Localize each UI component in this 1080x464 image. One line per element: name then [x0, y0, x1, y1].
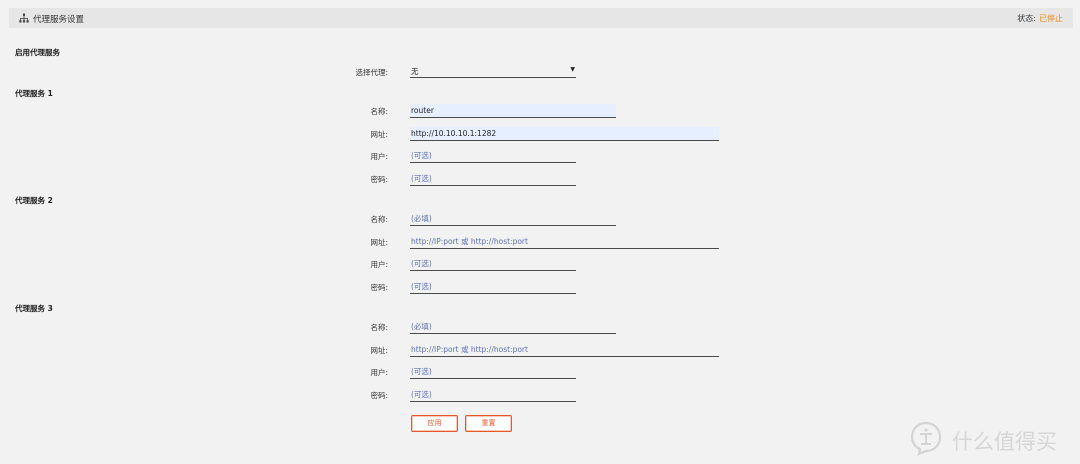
- status-value: 已停止: [1039, 14, 1063, 23]
- proxy2-url-input[interactable]: [410, 235, 719, 249]
- proxy3-pass-input[interactable]: [410, 388, 576, 402]
- proxy2-pass-input[interactable]: [410, 280, 576, 294]
- proxy2-name-label: 名称:: [370, 215, 388, 224]
- select-proxy-label: 选择代理:: [355, 68, 388, 77]
- section-title-enable: 启用代理服务: [15, 48, 60, 57]
- network-icon: [19, 13, 29, 23]
- proxy3-user-label: 用户:: [370, 368, 388, 377]
- section-title-proxy-3: 代理服务 3: [15, 304, 53, 313]
- watermark: 什么值得买: [908, 420, 1068, 456]
- proxy3-name-label: 名称:: [370, 323, 388, 332]
- proxy1-name-label: 名称:: [370, 107, 388, 116]
- service-status: 状态: 已停止: [1017, 13, 1063, 24]
- proxy1-pass-label: 密码:: [370, 175, 388, 184]
- proxy2-name-input[interactable]: [410, 212, 616, 226]
- proxy3-user-input[interactable]: [410, 365, 576, 379]
- status-label: 状态:: [1017, 14, 1036, 23]
- select-proxy-dropdown[interactable]: 无 ▼: [410, 64, 576, 78]
- proxy2-pass-label: 密码:: [370, 283, 388, 292]
- proxy1-url-label: 网址:: [370, 130, 388, 139]
- smzdm-logo-icon: [910, 421, 942, 456]
- section-title-proxy-1: 代理服务 1: [15, 89, 53, 98]
- proxy1-pass-input[interactable]: [410, 172, 576, 186]
- proxy3-url-input[interactable]: [410, 343, 719, 357]
- proxy1-url-input[interactable]: [410, 127, 719, 141]
- select-proxy-value: 无: [411, 67, 419, 76]
- proxy1-user-input[interactable]: [410, 149, 576, 163]
- caret-down-icon: ▼: [570, 66, 575, 73]
- apply-button[interactable]: 应用: [411, 415, 458, 432]
- reset-button[interactable]: 重置: [465, 415, 512, 432]
- proxy3-name-input[interactable]: [410, 320, 616, 334]
- proxy2-user-label: 用户:: [370, 260, 388, 269]
- panel-header: 代理服务设置 状态: 已停止: [9, 8, 1073, 28]
- proxy2-url-label: 网址:: [370, 238, 388, 247]
- section-title-proxy-2: 代理服务 2: [15, 196, 53, 205]
- proxy2-user-input[interactable]: [410, 257, 576, 271]
- page-title: 代理服务设置: [33, 15, 85, 25]
- proxy3-pass-label: 密码:: [370, 391, 388, 400]
- proxy1-user-label: 用户:: [370, 152, 388, 161]
- proxy3-url-label: 网址:: [370, 346, 388, 355]
- watermark-text: 什么值得买: [952, 430, 1057, 454]
- proxy1-name-input[interactable]: [410, 104, 616, 118]
